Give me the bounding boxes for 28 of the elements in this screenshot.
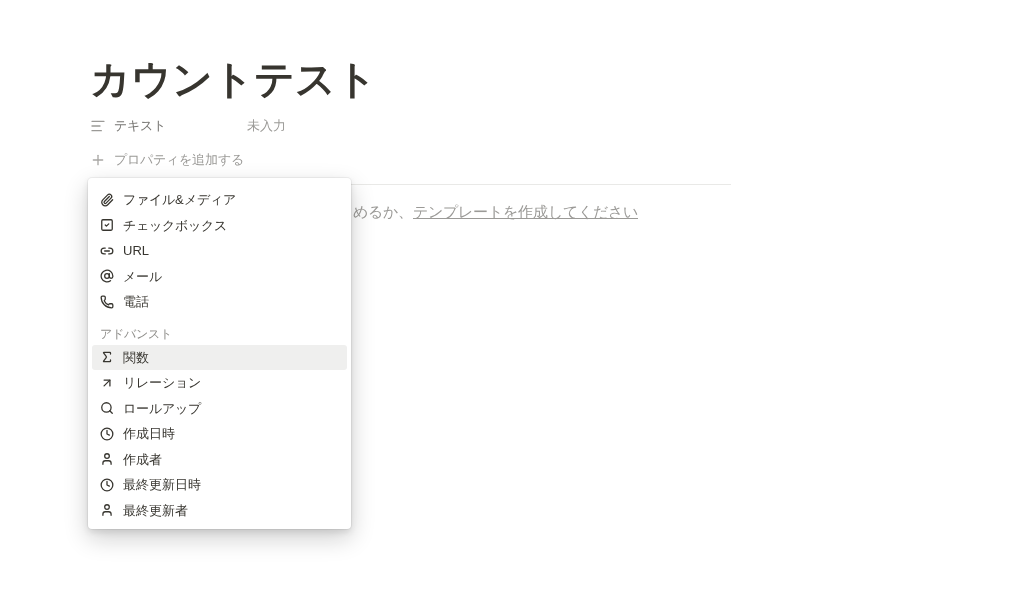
paperclip-icon bbox=[100, 192, 114, 207]
clock-icon bbox=[100, 477, 114, 492]
plus-icon bbox=[90, 152, 106, 168]
menu-item[interactable]: チェックボックス bbox=[92, 212, 347, 238]
menu-item[interactable]: 最終更新者 bbox=[92, 497, 347, 523]
menu-item[interactable]: 電話 bbox=[92, 289, 347, 315]
sigma-icon bbox=[100, 350, 114, 365]
clock-icon bbox=[100, 426, 114, 441]
property-name[interactable]: テキスト bbox=[114, 116, 166, 136]
phone-icon bbox=[100, 294, 114, 309]
search-icon bbox=[100, 401, 114, 416]
text-lines-icon bbox=[90, 118, 106, 134]
menu-item[interactable]: リレーション bbox=[92, 370, 347, 396]
section-header: アドバンスト bbox=[99, 325, 173, 343]
person-icon bbox=[100, 503, 114, 518]
menu-item[interactable]: 最終更新日時 bbox=[92, 472, 347, 498]
menu-item[interactable]: メール bbox=[92, 263, 347, 289]
menu-item[interactable]: ロールアップ bbox=[92, 395, 347, 421]
menu-item[interactable]: 作成者 bbox=[92, 446, 347, 472]
menu-item[interactable]: 関数 bbox=[92, 344, 347, 370]
at-sign-icon bbox=[100, 269, 114, 284]
menu-item[interactable]: ファイル&メディア bbox=[92, 187, 347, 213]
checkbox-icon bbox=[100, 218, 114, 233]
menu-item[interactable]: 作成日時 bbox=[92, 421, 347, 447]
page-title: カウントテスト bbox=[90, 56, 378, 103]
menu-item[interactable]: URL bbox=[92, 238, 347, 264]
hint-text: めるか、 bbox=[353, 203, 413, 220]
person-icon bbox=[100, 452, 114, 467]
